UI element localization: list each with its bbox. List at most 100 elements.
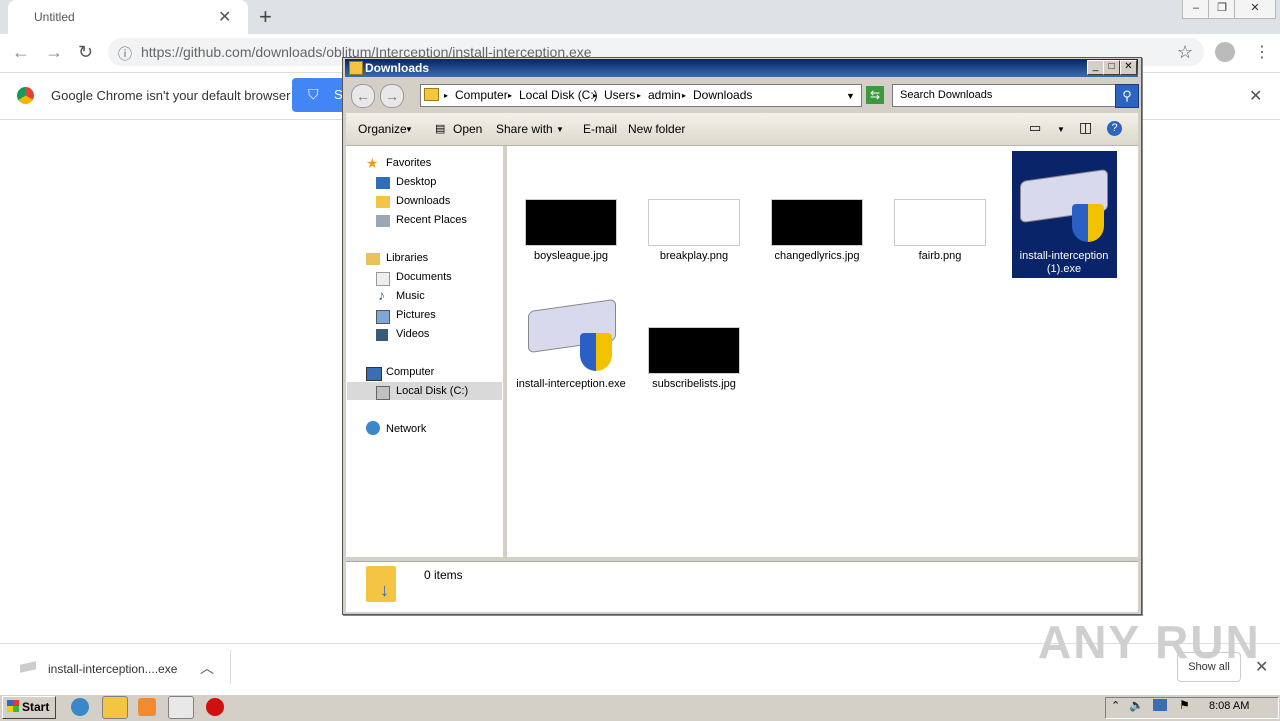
back-icon[interactable]: ← — [12, 42, 30, 63]
explorer-taskbar-icon[interactable] — [102, 696, 128, 719]
email-button[interactable]: E-mail — [583, 122, 617, 136]
crumb-arrow-icon[interactable]: ▸ — [593, 91, 597, 100]
view-icon[interactable]: ▭ — [1029, 120, 1041, 136]
ie-icon[interactable] — [71, 698, 89, 716]
explorer-title: Downloads — [365, 61, 430, 75]
download-item-name[interactable]: install-interception....exe — [48, 662, 177, 676]
favorites-star-icon: ★ — [366, 155, 379, 171]
crumb-arrow-icon[interactable]: ▸ — [682, 91, 686, 100]
nav-desktop[interactable]: Desktop — [396, 176, 436, 188]
file-thumbnail[interactable] — [648, 327, 740, 374]
download-chevron-up-icon[interactable]: ︿ — [200, 658, 214, 678]
nav-videos[interactable]: Videos — [396, 328, 429, 340]
restore-icon[interactable]: ❐ — [1208, 0, 1236, 19]
infobar-close-icon[interactable]: ✕ — [1249, 86, 1262, 106]
videos-icon — [376, 329, 388, 341]
profile-avatar-icon[interactable] — [1215, 42, 1235, 62]
preview-pane-icon[interactable]: ◫ — [1079, 119, 1092, 136]
downloads-folder-icon — [376, 196, 390, 208]
new-folder-button[interactable]: New folder — [628, 122, 685, 136]
reload-icon[interactable]: ↻ — [78, 42, 93, 63]
item-count: 0 items — [424, 568, 463, 582]
bookmark-star-icon[interactable]: ☆ — [1177, 42, 1193, 63]
file-name[interactable]: install-interception (1).exe — [1009, 250, 1119, 276]
network-tray-icon[interactable] — [1153, 699, 1167, 711]
start-label: Start — [22, 700, 50, 714]
crumb-arrow-icon[interactable]: ▸ — [637, 91, 641, 100]
flag-icon[interactable]: ⚑ — [1179, 698, 1190, 712]
menu-icon[interactable]: ⋮ — [1254, 42, 1270, 62]
file-name[interactable]: boysleague.jpg — [516, 250, 626, 263]
file-thumbnail[interactable] — [525, 199, 617, 246]
nav-local-disk[interactable]: Local Disk (C:) — [396, 385, 468, 397]
file-name[interactable]: fairb.png — [885, 250, 995, 263]
crumb-downloads[interactable]: Downloads — [693, 88, 752, 102]
nav-computer[interactable]: Computer — [386, 366, 434, 378]
nav-favorites[interactable]: Favorites — [386, 157, 431, 169]
show-all-button[interactable]: Show all — [1177, 652, 1241, 682]
nav-documents[interactable]: Documents — [396, 271, 452, 283]
view-dropdown-icon[interactable]: ▼ — [1057, 125, 1065, 134]
organize-button[interactable]: Organize — [358, 122, 407, 136]
crumb-localdisk[interactable]: Local Disk (C:) — [519, 88, 598, 102]
crumb-users[interactable]: Users — [604, 88, 635, 102]
chrome-logo-icon — [17, 87, 34, 104]
shelf-close-icon[interactable]: ✕ — [1255, 657, 1268, 677]
infobar-message: Google Chrome isn't your default browser — [51, 88, 291, 103]
info-icon[interactable]: ⓘ — [118, 44, 132, 64]
crumb-admin[interactable]: admin — [648, 88, 681, 102]
crumb-computer[interactable]: Computer — [455, 88, 508, 102]
tray-expand-icon[interactable]: ⌃ — [1111, 699, 1120, 712]
folder-icon — [349, 61, 363, 75]
nav-network[interactable]: Network — [386, 423, 426, 435]
details-pane — [346, 561, 1138, 612]
file-thumbnail[interactable] — [648, 199, 740, 246]
minimize-icon[interactable]: ‒ — [1182, 0, 1210, 19]
windows-logo-icon — [7, 700, 19, 712]
volume-icon[interactable]: 🔈 — [1129, 698, 1144, 712]
file-name[interactable]: breakplay.png — [639, 250, 749, 263]
chrome-taskbar-icon[interactable] — [168, 696, 194, 719]
tab-close-icon[interactable]: ✕ — [218, 7, 231, 27]
explorer-minimize-icon[interactable]: _ — [1087, 60, 1104, 75]
organize-dropdown-icon[interactable]: ▼ — [405, 125, 413, 134]
nav-recent-places[interactable]: Recent Places — [396, 214, 467, 226]
explorer-back-icon[interactable]: ← — [351, 84, 375, 108]
open-icon: ▤ — [435, 123, 446, 135]
address-dropdown-icon[interactable]: ▼ — [846, 91, 855, 101]
search-placeholder: Search Downloads — [900, 89, 993, 101]
close-window-icon[interactable]: ✕ — [1234, 0, 1276, 19]
nav-downloads[interactable]: Downloads — [396, 195, 450, 207]
file-thumbnail[interactable] — [771, 199, 863, 246]
start-button[interactable]: Start — [2, 696, 56, 719]
crumb-arrow-icon[interactable]: ▸ — [508, 91, 512, 100]
uac-shield-icon — [580, 333, 612, 371]
network-icon — [366, 421, 380, 435]
file-name[interactable]: changedlyrics.jpg — [762, 250, 872, 263]
clock[interactable]: 8:08 AM — [1209, 700, 1249, 712]
crumb-arrow-icon[interactable]: ▸ — [444, 91, 448, 100]
share-button[interactable]: Share with — [496, 122, 553, 136]
new-tab-icon[interactable]: + — [259, 4, 272, 30]
explorer-maximize-icon[interactable]: □ — [1103, 60, 1120, 75]
file-name[interactable]: install-interception.exe — [516, 378, 626, 391]
share-dropdown-icon[interactable]: ▼ — [556, 125, 564, 134]
search-icon[interactable]: ⚲ — [1115, 84, 1139, 108]
explorer-titlebar[interactable] — [345, 59, 1138, 77]
explorer-close-icon[interactable]: ✕ — [1120, 60, 1137, 75]
nav-music[interactable]: Music — [396, 290, 425, 302]
help-icon[interactable]: ? — [1107, 121, 1122, 136]
file-thumbnail[interactable] — [894, 199, 986, 246]
refresh-icon[interactable]: ⇆ — [866, 86, 884, 104]
music-icon: ♪ — [378, 287, 385, 303]
pictures-icon — [376, 310, 390, 324]
stop-icon[interactable] — [206, 698, 224, 716]
forward-icon[interactable]: → — [45, 42, 63, 63]
explorer-forward-icon[interactable]: → — [380, 84, 404, 108]
documents-icon — [376, 272, 390, 286]
file-name[interactable]: subscribelists.jpg — [639, 378, 749, 391]
nav-pictures[interactable]: Pictures — [396, 309, 436, 321]
nav-libraries[interactable]: Libraries — [386, 252, 428, 264]
media-player-icon[interactable] — [138, 698, 156, 716]
open-button[interactable]: Open — [453, 122, 482, 136]
